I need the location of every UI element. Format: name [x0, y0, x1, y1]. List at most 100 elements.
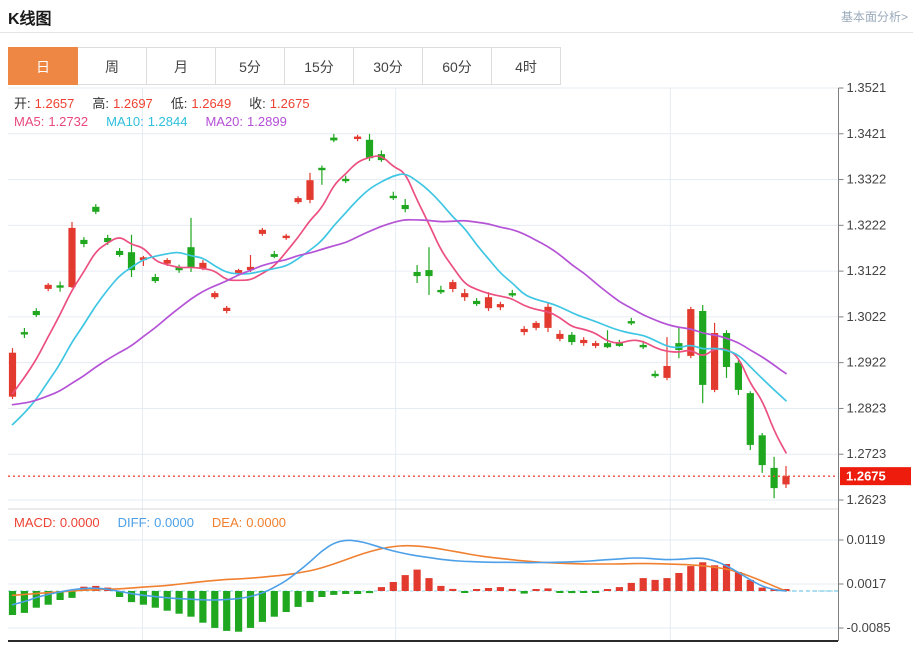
macd-value: 0.0000 — [59, 515, 100, 530]
tab-m5[interactable]: 5分 — [215, 47, 285, 85]
candle[interactable] — [496, 304, 504, 308]
macd-bar — [615, 587, 623, 591]
candle[interactable] — [235, 270, 243, 273]
candle[interactable] — [461, 293, 469, 298]
candle[interactable] — [711, 333, 719, 390]
candle[interactable] — [282, 235, 290, 239]
macd-bar — [270, 591, 278, 617]
tab-day[interactable]: 日 — [8, 47, 78, 85]
fundamental-analysis-link[interactable]: 基本面分析> — [841, 8, 908, 25]
macd-bar — [294, 591, 302, 607]
macd-bar — [187, 591, 195, 617]
candle[interactable] — [44, 284, 52, 289]
candle[interactable] — [306, 180, 314, 200]
candle[interactable] — [187, 247, 195, 268]
candle[interactable] — [330, 137, 338, 141]
candle[interactable] — [354, 136, 362, 139]
tab-month[interactable]: 月 — [146, 47, 216, 85]
macd-bar — [663, 578, 671, 591]
candle[interactable] — [449, 282, 457, 289]
candle[interactable] — [627, 321, 635, 324]
macd-bar — [461, 591, 469, 593]
candle[interactable] — [389, 195, 397, 199]
candle[interactable] — [651, 373, 659, 377]
candle[interactable] — [116, 250, 124, 255]
tab-m30[interactable]: 30分 — [353, 47, 423, 85]
candle[interactable] — [211, 293, 219, 298]
candle[interactable] — [473, 300, 481, 305]
candle[interactable] — [734, 362, 742, 390]
high-value: 1.2697 — [113, 96, 153, 111]
candle[interactable] — [437, 289, 445, 293]
candle[interactable] — [663, 366, 671, 378]
candle[interactable] — [532, 322, 540, 328]
tab-m60[interactable]: 60分 — [422, 47, 492, 85]
macd-bar — [389, 582, 397, 591]
candle[interactable] — [294, 198, 302, 203]
candle[interactable] — [413, 272, 421, 277]
macd-bar — [627, 582, 635, 591]
current-price-marker-label: 1.2675 — [846, 469, 886, 484]
ma20-value: 1.2899 — [247, 114, 287, 129]
price-axis-label: 1.2723 — [847, 446, 887, 461]
candle[interactable] — [746, 393, 754, 445]
diff-label: DIFF: — [117, 515, 151, 530]
candle[interactable] — [68, 227, 76, 288]
price-axis-label: 1.2623 — [847, 492, 887, 507]
candle[interactable] — [32, 311, 40, 316]
candle[interactable] — [758, 435, 766, 466]
macd-bar — [687, 566, 695, 591]
candle[interactable] — [687, 309, 695, 356]
candle[interactable] — [544, 306, 552, 328]
macd-bar — [473, 589, 481, 591]
candle[interactable] — [425, 270, 433, 277]
candle[interactable] — [56, 285, 64, 288]
candle[interactable] — [92, 206, 100, 212]
macd-bar — [68, 591, 76, 598]
candle[interactable] — [223, 307, 231, 311]
macd-bar — [425, 578, 433, 591]
candle[interactable] — [603, 343, 612, 348]
price-axis-label: 1.3122 — [847, 263, 887, 278]
candle[interactable] — [592, 343, 600, 346]
candle[interactable] — [270, 254, 278, 257]
candle[interactable] — [484, 297, 493, 309]
candle[interactable] — [556, 333, 564, 339]
macd-axis-label: 0.0119 — [847, 532, 886, 547]
price-axis-label: 1.3322 — [847, 172, 887, 187]
candle[interactable] — [342, 178, 350, 182]
macd-bar — [342, 591, 350, 594]
macd-bar — [437, 585, 445, 591]
candle[interactable] — [20, 332, 28, 335]
close-label: 收: — [249, 96, 266, 111]
candle[interactable] — [258, 229, 266, 234]
candle[interactable] — [782, 476, 790, 485]
kline-page: 1.3521 1.3421 1.3322 1.3222 1.3122 1.3022 1.29… — [0, 0, 913, 645]
macd-bar — [282, 591, 290, 612]
candle[interactable] — [401, 205, 409, 210]
tab-week[interactable]: 周 — [77, 47, 147, 85]
high-label: 高: — [92, 96, 110, 111]
macd-bar — [377, 587, 385, 591]
ohlc-legend: 开: 1.2657 高: 1.2697 低: 1.2649 收: 1.2675 — [14, 93, 314, 112]
candle[interactable] — [80, 239, 88, 244]
title-divider — [0, 32, 913, 33]
candle[interactable] — [365, 139, 374, 159]
tab-h4[interactable]: 4时 — [491, 47, 561, 85]
macd-bar — [413, 569, 421, 591]
candle[interactable] — [151, 277, 159, 282]
candle[interactable] — [318, 167, 326, 171]
candle[interactable] — [520, 328, 528, 333]
price-axis-label: 1.3222 — [847, 217, 887, 232]
candle[interactable] — [770, 467, 778, 489]
candle[interactable] — [568, 334, 576, 343]
tab-m15[interactable]: 15分 — [284, 47, 354, 85]
macd-bar — [365, 591, 374, 594]
candle[interactable] — [580, 339, 588, 344]
macd-bar — [603, 589, 612, 591]
price-axis-label: 1.2823 — [847, 400, 887, 415]
macd-bar — [508, 588, 516, 591]
candle[interactable] — [508, 293, 516, 296]
macd-bar — [175, 591, 183, 614]
candle[interactable] — [639, 344, 647, 348]
